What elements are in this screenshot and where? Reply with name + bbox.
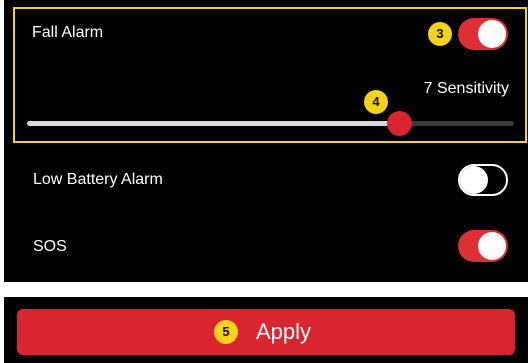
step-4-badge: 4 <box>364 90 388 114</box>
fall-alarm-label: Fall Alarm <box>32 24 104 41</box>
sos-toggle[interactable] <box>458 230 508 262</box>
sensitivity-slider-fill <box>27 121 399 126</box>
sensitivity-slider[interactable] <box>27 111 514 136</box>
apply-button[interactable]: 5 Apply <box>17 309 515 355</box>
sensitivity-value-label: 7 Sensitivity <box>423 80 509 97</box>
toggle-knob <box>478 20 506 48</box>
step-3-badge: 3 <box>428 22 452 46</box>
sos-label: SOS <box>33 238 67 255</box>
low-battery-alarm-label: Low Battery Alarm <box>33 171 163 188</box>
apply-footer: 5 Apply <box>4 297 528 363</box>
low-battery-alarm-toggle[interactable] <box>458 164 508 196</box>
alarm-settings-panel: Fall Alarm 3 7 Sensitivity 4 Low Battery… <box>4 0 528 282</box>
step-5-badge: 5 <box>214 320 238 344</box>
toggle-knob <box>460 166 488 194</box>
apply-button-label: Apply <box>256 319 312 344</box>
fall-alarm-toggle[interactable] <box>458 18 508 50</box>
toggle-knob <box>478 232 506 260</box>
sensitivity-slider-thumb[interactable] <box>387 111 412 136</box>
